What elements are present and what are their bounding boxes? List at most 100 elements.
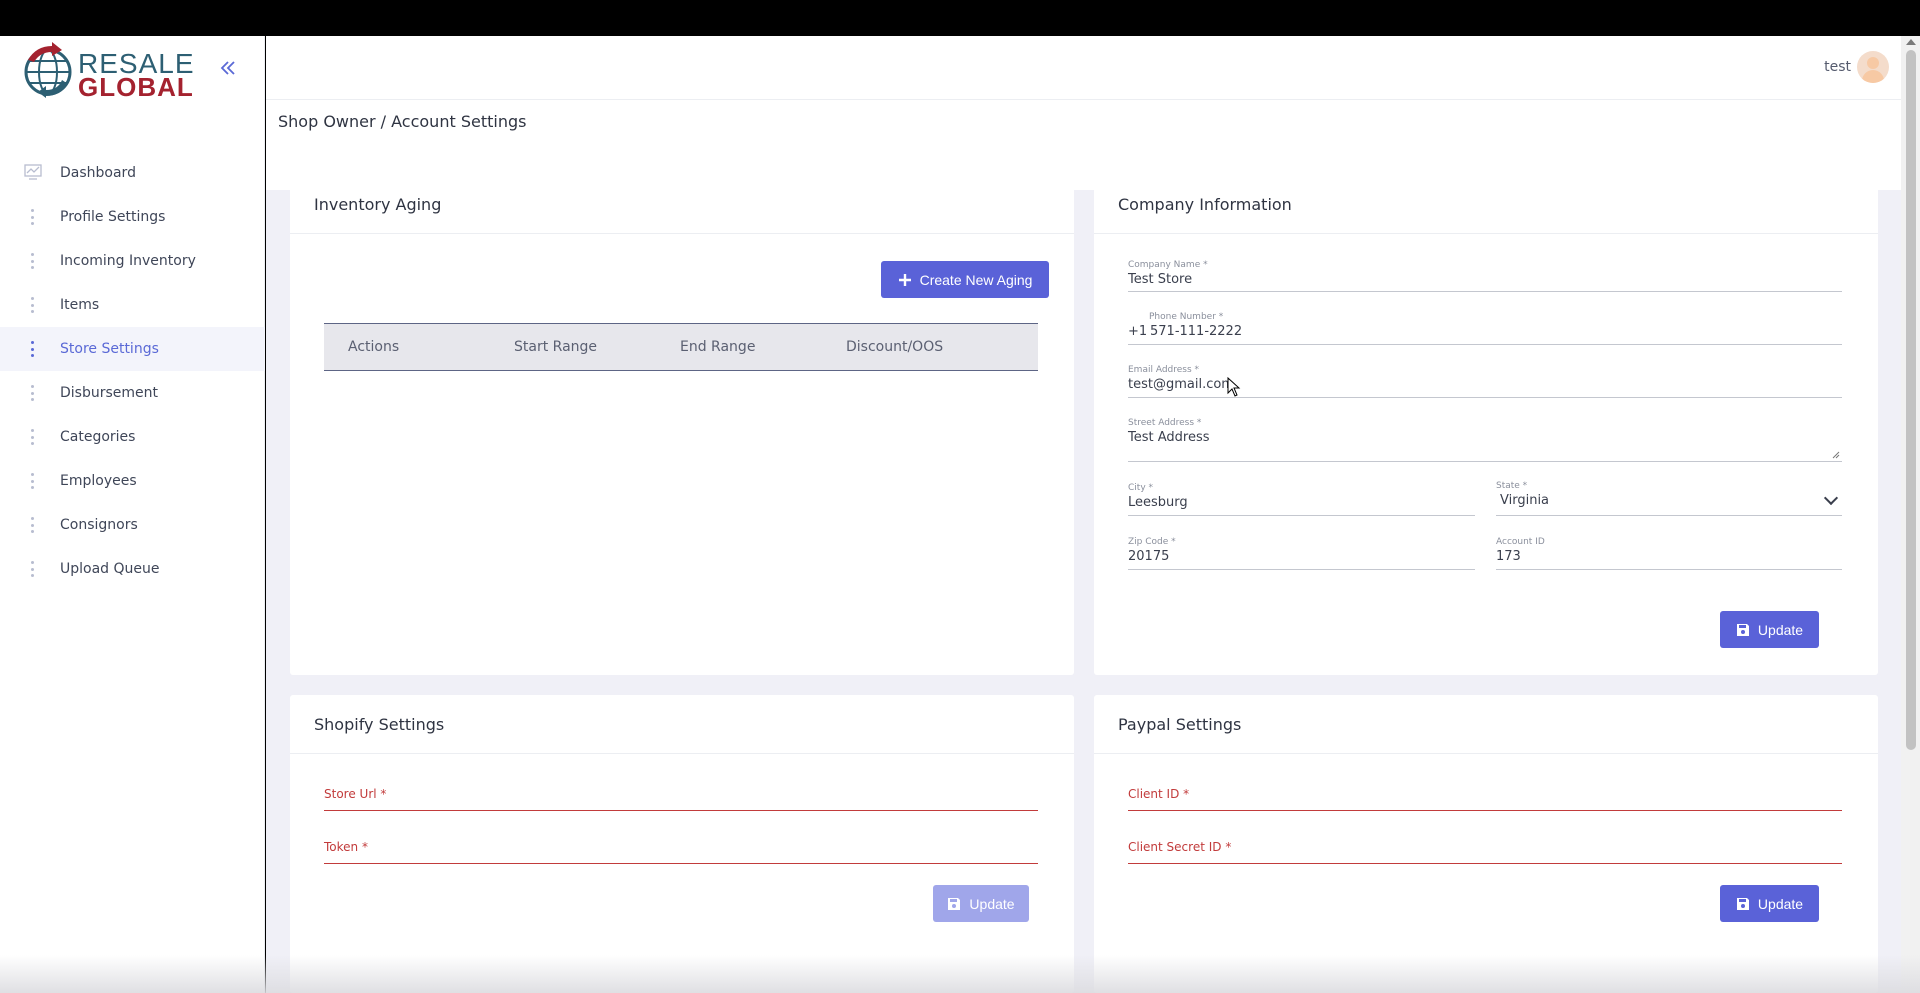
card-divider — [290, 753, 1074, 754]
double-chevron-left-icon[interactable] — [216, 58, 240, 82]
field-value: Test Store — [1128, 272, 1193, 287]
dots-icon — [31, 341, 35, 357]
main-content: test Shop Owner / Account Settings Inven… — [266, 36, 1901, 993]
scroll-up-arrow-icon[interactable] — [1906, 39, 1916, 45]
field-label: Company Name * — [1128, 260, 1208, 270]
sidebar-item-label: Profile Settings — [60, 209, 166, 225]
sidebar-item-incoming-inventory[interactable]: Incoming Inventory — [0, 239, 265, 283]
top-header: test — [266, 36, 1901, 100]
field-value: test@gmail.com — [1128, 377, 1234, 392]
street-address-field[interactable]: Street Address * Test Address — [1128, 418, 1842, 462]
field-value: Test Address — [1128, 430, 1210, 445]
field-label: Client Secret ID * — [1128, 840, 1232, 854]
sidebar-item-profile-settings[interactable]: Profile Settings — [0, 195, 265, 239]
dots-icon — [31, 429, 35, 445]
aging-table-header: Actions Start Range End Range Discount/O… — [324, 323, 1038, 371]
mouse-cursor-icon — [1227, 377, 1241, 397]
shopify-settings-card: Shopify Settings Store Url * Token * Upd… — [290, 695, 1074, 984]
column-header-end-range[interactable]: End Range — [680, 339, 755, 355]
button-label: Update — [1757, 621, 1804, 638]
field-value: Virginia — [1500, 493, 1550, 508]
sidebar-item-label: Dashboard — [60, 165, 136, 181]
sidebar-item-label: Disbursement — [60, 385, 158, 401]
company-update-button[interactable]: Update — [1720, 611, 1819, 648]
dots-icon — [31, 517, 35, 533]
card-divider — [1094, 233, 1878, 234]
column-header-start-range[interactable]: Start Range — [514, 339, 597, 355]
sidebar-item-employees[interactable]: Employees — [0, 459, 265, 503]
breadcrumb: Shop Owner / Account Settings — [278, 112, 527, 131]
phone-number-field[interactable]: Phone Number * +1 571-111-2222 — [1128, 312, 1842, 345]
chevron-down-icon — [1823, 490, 1839, 506]
sidebar-item-label: Store Settings — [60, 341, 159, 357]
save-icon — [1736, 623, 1749, 636]
token-input[interactable]: Token * — [324, 832, 1038, 864]
field-value: 173 — [1496, 549, 1521, 564]
sidebar-item-disbursement[interactable]: Disbursement — [0, 371, 265, 415]
zip-code-field[interactable]: Zip Code * 20175 — [1128, 537, 1475, 570]
save-icon — [948, 897, 961, 910]
screen-top-bar — [0, 0, 1920, 36]
paypal-update-button[interactable]: Update — [1720, 885, 1819, 922]
field-value: 571-111-2222 — [1150, 324, 1243, 339]
column-header-discount-oos[interactable]: Discount/OOS — [846, 339, 943, 355]
sidebar-item-consignors[interactable]: Consignors — [0, 503, 265, 547]
field-label: City * — [1128, 483, 1154, 493]
dots-icon — [31, 253, 35, 269]
logo-text-global: GLOBAL — [78, 72, 194, 102]
field-label: Street Address * — [1128, 418, 1202, 428]
resize-handle-icon[interactable] — [1832, 451, 1840, 459]
avatar[interactable] — [1857, 51, 1889, 83]
field-label: Phone Number * — [1149, 312, 1224, 322]
sidebar-item-dashboard[interactable]: Dashboard — [0, 151, 265, 195]
city-field[interactable]: City * Leesburg — [1128, 483, 1475, 516]
sidebar-item-store-settings[interactable]: Store Settings — [0, 327, 265, 371]
create-new-aging-button[interactable]: Create New Aging — [881, 261, 1049, 298]
scrollbar-thumb[interactable] — [1906, 50, 1916, 750]
button-label: Update — [969, 895, 1015, 912]
field-label: Email Address * — [1128, 365, 1200, 375]
field-label: Store Url * — [324, 787, 387, 801]
field-value: 20175 — [1128, 549, 1170, 564]
shopify-update-button[interactable]: Update — [933, 885, 1029, 922]
field-label: State * — [1496, 481, 1528, 491]
field-value: Leesburg — [1128, 495, 1188, 510]
account-id-field[interactable]: Account ID 173 — [1496, 537, 1842, 570]
column-header-actions[interactable]: Actions — [348, 339, 399, 355]
dots-icon — [31, 385, 35, 401]
card-title: Paypal Settings — [1118, 715, 1242, 734]
resale-global-logo[interactable]: RESALE GLOBAL — [22, 40, 194, 104]
card-title: Inventory Aging — [314, 195, 442, 214]
client-secret-id-input[interactable]: Client Secret ID * — [1128, 832, 1842, 864]
sidebar-item-items[interactable]: Items — [0, 283, 265, 327]
globe-logo-icon — [24, 42, 72, 98]
dots-icon — [31, 561, 35, 577]
state-select[interactable]: State * Virginia — [1496, 481, 1842, 516]
sidebar: RESALE GLOBAL Dashboard Profile Settings… — [0, 36, 265, 993]
button-label: Create New Aging — [919, 271, 1033, 288]
store-url-input[interactable]: Store Url * — [324, 779, 1038, 811]
card-divider — [290, 233, 1074, 234]
client-id-input[interactable]: Client ID * — [1128, 779, 1842, 811]
dots-icon — [31, 297, 35, 313]
user-name[interactable]: test — [1824, 59, 1851, 75]
dots-icon — [31, 209, 35, 225]
phone-country-code[interactable]: +1 — [1128, 324, 1147, 339]
sidebar-item-categories[interactable]: Categories — [0, 415, 265, 459]
button-label: Update — [1757, 895, 1804, 912]
sidebar-item-label: Consignors — [60, 517, 138, 533]
inventory-aging-card: Inventory Aging Create New Aging Actions… — [290, 175, 1074, 675]
company-name-field[interactable]: Company Name * Test Store — [1128, 260, 1842, 292]
field-label: Account ID — [1496, 537, 1545, 547]
sidebar-item-label: Incoming Inventory — [60, 253, 196, 269]
field-label: Zip Code * — [1128, 537, 1176, 547]
page-scrollbar[interactable] — [1901, 36, 1920, 993]
field-label: Token * — [324, 840, 368, 854]
sidebar-item-upload-queue[interactable]: Upload Queue — [0, 547, 265, 591]
field-label: Client ID * — [1128, 787, 1190, 801]
paypal-settings-card: Paypal Settings Client ID * Client Secre… — [1094, 695, 1878, 984]
sidebar-nav: Dashboard Profile Settings Incoming Inve… — [0, 151, 265, 591]
plus-icon — [898, 273, 911, 286]
sidebar-item-label: Categories — [60, 429, 136, 445]
sidebar-item-label: Upload Queue — [60, 561, 160, 577]
